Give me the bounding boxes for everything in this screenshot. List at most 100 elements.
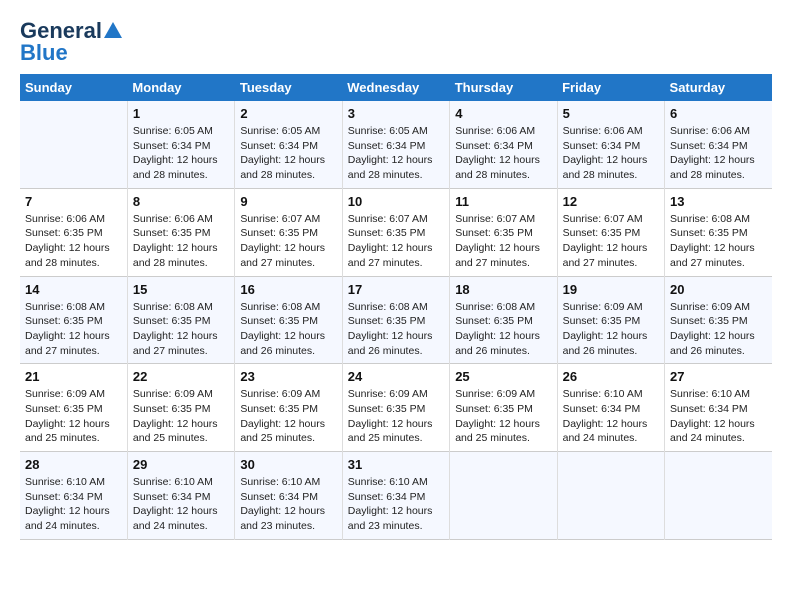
day-number: 20 [670, 282, 767, 297]
day-number: 9 [240, 194, 336, 209]
calendar-week-row: 7Sunrise: 6:06 AM Sunset: 6:35 PM Daylig… [20, 188, 772, 276]
calendar-cell: 6 Sunrise: 6:06 AM Sunset: 6:34 PM Daylig… [665, 101, 772, 188]
day-number: 17 [348, 282, 444, 297]
calendar-cell: 18 Sunrise: 6:08 AM Sunset: 6:35 PM Dayli… [450, 276, 557, 364]
day-info: Sunrise: 6:10 AM Sunset: 6:34 PM Dayligh… [240, 475, 336, 534]
calendar-cell: 31Sunrise: 6:10 AM Sunset: 6:34 PM Dayli… [342, 452, 449, 540]
day-number: 21 [25, 369, 122, 384]
calendar-cell: 13 Sunrise: 6:08 AM Sunset: 6:35 PM Dayli… [665, 188, 772, 276]
logo-arrow-icon [104, 20, 122, 38]
day-info: Sunrise: 6:08 AM Sunset: 6:35 PM Dayligh… [455, 300, 551, 359]
day-number: 25 [455, 369, 551, 384]
calendar-cell: 5Sunrise: 6:06 AM Sunset: 6:34 PM Daylig… [557, 101, 664, 188]
logo-blue-text: Blue [20, 42, 68, 64]
day-number: 10 [348, 194, 444, 209]
calendar-cell: 26 Sunrise: 6:10 AM Sunset: 6:34 PM Dayli… [557, 364, 664, 452]
calendar-table: SundayMondayTuesdayWednesdayThursdayFrid… [20, 74, 772, 540]
day-number: 19 [563, 282, 659, 297]
calendar-cell: 1 Sunrise: 6:05 AM Sunset: 6:34 PM Daylig… [127, 101, 234, 188]
weekday-header-wednesday: Wednesday [342, 74, 449, 101]
day-info: Sunrise: 6:08 AM Sunset: 6:35 PM Dayligh… [670, 212, 767, 271]
calendar-week-row: 1 Sunrise: 6:05 AM Sunset: 6:34 PM Daylig… [20, 101, 772, 188]
day-number: 18 [455, 282, 551, 297]
calendar-cell: 8Sunrise: 6:06 AM Sunset: 6:35 PM Daylig… [127, 188, 234, 276]
day-number: 27 [670, 369, 767, 384]
day-number: 5 [563, 106, 659, 121]
day-number: 2 [240, 106, 336, 121]
day-info: Sunrise: 6:06 AM Sunset: 6:34 PM Dayligh… [670, 124, 767, 183]
day-number: 3 [348, 106, 444, 121]
calendar-cell: 17 Sunrise: 6:08 AM Sunset: 6:35 PM Dayli… [342, 276, 449, 364]
weekday-header-monday: Monday [127, 74, 234, 101]
calendar-cell: 25 Sunrise: 6:09 AM Sunset: 6:35 PM Dayli… [450, 364, 557, 452]
calendar-cell: 28 Sunrise: 6:10 AM Sunset: 6:34 PM Dayli… [20, 452, 127, 540]
calendar-cell: 4 Sunrise: 6:06 AM Sunset: 6:34 PM Daylig… [450, 101, 557, 188]
day-info: Sunrise: 6:10 AM Sunset: 6:34 PM Dayligh… [25, 475, 122, 534]
day-info: Sunrise: 6:09 AM Sunset: 6:35 PM Dayligh… [670, 300, 767, 359]
day-info: Sunrise: 6:08 AM Sunset: 6:35 PM Dayligh… [348, 300, 444, 359]
calendar-cell: 19 Sunrise: 6:09 AM Sunset: 6:35 PM Dayli… [557, 276, 664, 364]
day-number: 31 [348, 457, 444, 472]
calendar-cell: 10Sunrise: 6:07 AM Sunset: 6:35 PM Dayli… [342, 188, 449, 276]
day-info: Sunrise: 6:10 AM Sunset: 6:34 PM Dayligh… [563, 387, 659, 446]
day-info: Sunrise: 6:05 AM Sunset: 6:34 PM Dayligh… [240, 124, 336, 183]
day-number: 13 [670, 194, 767, 209]
day-number: 7 [25, 194, 122, 209]
day-info: Sunrise: 6:07 AM Sunset: 6:35 PM Dayligh… [240, 212, 336, 271]
calendar-cell: 24Sunrise: 6:09 AM Sunset: 6:35 PM Dayli… [342, 364, 449, 452]
calendar-cell: 27 Sunrise: 6:10 AM Sunset: 6:34 PM Dayli… [665, 364, 772, 452]
weekday-header-friday: Friday [557, 74, 664, 101]
day-number: 14 [25, 282, 122, 297]
weekday-header-row: SundayMondayTuesdayWednesdayThursdayFrid… [20, 74, 772, 101]
day-number: 8 [133, 194, 229, 209]
day-info: Sunrise: 6:08 AM Sunset: 6:35 PM Dayligh… [25, 300, 122, 359]
calendar-cell [20, 101, 127, 188]
day-number: 1 [133, 106, 229, 121]
page-header: General Blue [20, 20, 772, 64]
calendar-week-row: 28 Sunrise: 6:10 AM Sunset: 6:34 PM Dayli… [20, 452, 772, 540]
day-info: Sunrise: 6:08 AM Sunset: 6:35 PM Dayligh… [240, 300, 336, 359]
day-info: Sunrise: 6:05 AM Sunset: 6:34 PM Dayligh… [133, 124, 229, 183]
day-info: Sunrise: 6:09 AM Sunset: 6:35 PM Dayligh… [240, 387, 336, 446]
calendar-cell: 12Sunrise: 6:07 AM Sunset: 6:35 PM Dayli… [557, 188, 664, 276]
calendar-cell: 9 Sunrise: 6:07 AM Sunset: 6:35 PM Daylig… [235, 188, 342, 276]
calendar-cell: 15Sunrise: 6:08 AM Sunset: 6:35 PM Dayli… [127, 276, 234, 364]
day-info: Sunrise: 6:09 AM Sunset: 6:35 PM Dayligh… [133, 387, 229, 446]
day-number: 4 [455, 106, 551, 121]
calendar-week-row: 21 Sunrise: 6:09 AM Sunset: 6:35 PM Dayli… [20, 364, 772, 452]
day-number: 24 [348, 369, 444, 384]
calendar-header: SundayMondayTuesdayWednesdayThursdayFrid… [20, 74, 772, 101]
calendar-cell [450, 452, 557, 540]
calendar-cell: 3 Sunrise: 6:05 AM Sunset: 6:34 PM Daylig… [342, 101, 449, 188]
day-info: Sunrise: 6:05 AM Sunset: 6:34 PM Dayligh… [348, 124, 444, 183]
day-number: 26 [563, 369, 659, 384]
day-info: Sunrise: 6:09 AM Sunset: 6:35 PM Dayligh… [455, 387, 551, 446]
calendar-cell: 23 Sunrise: 6:09 AM Sunset: 6:35 PM Dayli… [235, 364, 342, 452]
day-number: 23 [240, 369, 336, 384]
logo-general-text: General [20, 20, 102, 42]
logo: General Blue [20, 20, 122, 64]
day-number: 28 [25, 457, 122, 472]
calendar-cell: 20 Sunrise: 6:09 AM Sunset: 6:35 PM Dayli… [665, 276, 772, 364]
day-number: 6 [670, 106, 767, 121]
day-number: 16 [240, 282, 336, 297]
calendar-cell: 30Sunrise: 6:10 AM Sunset: 6:34 PM Dayli… [235, 452, 342, 540]
calendar-cell: 14 Sunrise: 6:08 AM Sunset: 6:35 PM Dayli… [20, 276, 127, 364]
calendar-cell: 2 Sunrise: 6:05 AM Sunset: 6:34 PM Daylig… [235, 101, 342, 188]
calendar-week-row: 14 Sunrise: 6:08 AM Sunset: 6:35 PM Dayli… [20, 276, 772, 364]
weekday-header-tuesday: Tuesday [235, 74, 342, 101]
calendar-cell: 29Sunrise: 6:10 AM Sunset: 6:34 PM Dayli… [127, 452, 234, 540]
calendar-cell: 11 Sunrise: 6:07 AM Sunset: 6:35 PM Dayli… [450, 188, 557, 276]
day-info: Sunrise: 6:10 AM Sunset: 6:34 PM Dayligh… [670, 387, 767, 446]
weekday-header-thursday: Thursday [450, 74, 557, 101]
calendar-cell [557, 452, 664, 540]
weekday-header-saturday: Saturday [665, 74, 772, 101]
day-number: 12 [563, 194, 659, 209]
calendar-cell: 7Sunrise: 6:06 AM Sunset: 6:35 PM Daylig… [20, 188, 127, 276]
day-info: Sunrise: 6:07 AM Sunset: 6:35 PM Dayligh… [455, 212, 551, 271]
calendar-cell: 16 Sunrise: 6:08 AM Sunset: 6:35 PM Dayli… [235, 276, 342, 364]
day-number: 11 [455, 194, 551, 209]
day-info: Sunrise: 6:06 AM Sunset: 6:34 PM Dayligh… [455, 124, 551, 183]
day-info: Sunrise: 6:08 AM Sunset: 6:35 PM Dayligh… [133, 300, 229, 359]
day-info: Sunrise: 6:09 AM Sunset: 6:35 PM Dayligh… [563, 300, 659, 359]
